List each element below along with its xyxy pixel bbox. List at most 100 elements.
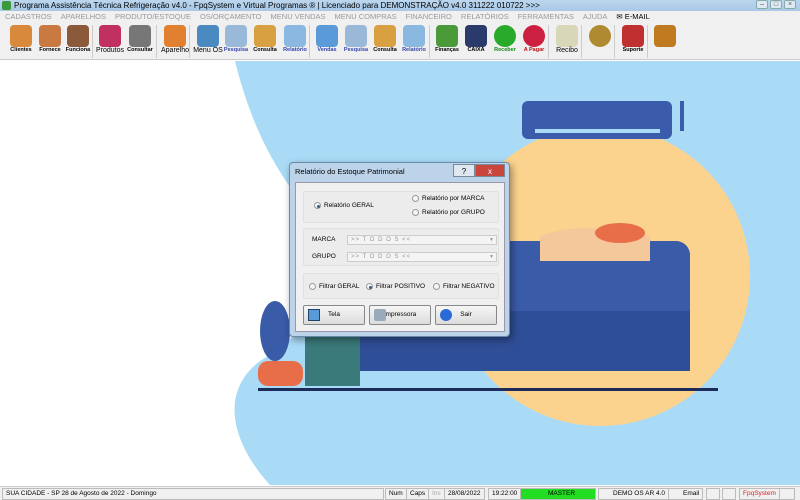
menu-cadastros[interactable]: CADASTROS bbox=[5, 11, 52, 23]
desktop-background: Relatório do Estoque Patrimonial ? x Rel… bbox=[0, 61, 800, 485]
filter-combos-group: MARCA >> T O D O S << ▼ GRUPO >> T O D O … bbox=[303, 228, 499, 266]
toolbar-button-recibo[interactable]: Recibo bbox=[552, 24, 582, 59]
toolbar-button-exit-door[interactable] bbox=[650, 24, 680, 59]
impressora-label: Impressora bbox=[383, 311, 417, 318]
menu-vendas[interactable]: MENU VENDAS bbox=[271, 11, 326, 23]
radio-label: Filtrar GERAL bbox=[319, 283, 360, 290]
close-button[interactable]: × bbox=[784, 0, 796, 9]
printer-icon bbox=[284, 25, 306, 47]
menu-aparelhos[interactable]: APARELHOS bbox=[61, 11, 106, 23]
pay-money-icon bbox=[523, 25, 545, 47]
receipt-icon bbox=[556, 25, 578, 47]
user-icon bbox=[779, 488, 795, 500]
status-user: MASTER bbox=[520, 488, 596, 500]
radio-relatorio-marca[interactable]: Relatório por MARCA bbox=[412, 195, 485, 202]
toolbar-button-consulta[interactable]: Consulta bbox=[250, 24, 280, 59]
tools-icon bbox=[197, 25, 219, 47]
status-email[interactable]: Email bbox=[668, 488, 704, 500]
toolbar-button-coin[interactable] bbox=[585, 24, 615, 59]
toolbar-separator bbox=[647, 25, 648, 58]
cash-book-icon bbox=[465, 25, 487, 47]
status-version: DEMO OS AR 4.0 bbox=[598, 488, 670, 500]
toolbar-separator bbox=[548, 25, 549, 58]
supplier-icon bbox=[39, 25, 61, 47]
toolbar-button-pesquisa[interactable]: Pesquisa bbox=[341, 24, 371, 59]
toolbar-separator bbox=[156, 25, 157, 58]
marca-select[interactable]: >> T O D O S << ▼ bbox=[347, 235, 497, 245]
screen-icon bbox=[308, 309, 320, 321]
status-ins: Ins bbox=[428, 488, 445, 500]
coin-icon bbox=[589, 25, 611, 47]
toolbar-button-vendas[interactable]: Vendas bbox=[312, 24, 342, 59]
grupo-select[interactable]: >> T O D O S << ▼ bbox=[347, 252, 497, 262]
menu-compras[interactable]: MENU COMPRAS bbox=[335, 11, 397, 23]
menu-os-orcamento[interactable]: OS/ORÇAMENTO bbox=[200, 11, 262, 23]
toolbar-separator bbox=[92, 25, 93, 58]
toolbar-button-clientes[interactable]: Clientes bbox=[6, 24, 36, 59]
toolbar-separator bbox=[581, 25, 582, 58]
tela-button[interactable]: Tela bbox=[303, 305, 365, 325]
radio-relatorio-grupo[interactable]: Relatório por GRUPO bbox=[412, 209, 485, 216]
products-icon bbox=[99, 25, 121, 47]
thermometer bbox=[680, 101, 684, 131]
status-caps: Caps bbox=[406, 488, 430, 500]
radio-relatorio-geral[interactable]: Relatório GERAL bbox=[314, 202, 374, 209]
toolbar-button-menu-os[interactable]: Menu OS bbox=[193, 24, 223, 59]
menu-financeiro[interactable]: FINANCEIRO bbox=[406, 11, 452, 23]
toolbar-button-relat-rio[interactable]: Relatório bbox=[280, 24, 310, 59]
clients-icon bbox=[10, 25, 32, 47]
help-button[interactable]: ? bbox=[453, 164, 475, 177]
radio-filtrar-positivo[interactable]: Filtrar POSITIVO bbox=[366, 283, 425, 290]
status-time: 19:22:00 bbox=[488, 488, 522, 500]
menu-ferramentas[interactable]: FERRAMENTAS bbox=[518, 11, 574, 23]
status-city-date: SUA CIDADE - SP 28 de Agosto de 2022 - D… bbox=[2, 488, 384, 500]
toolbar-button-finan-as[interactable]: Finanças bbox=[432, 24, 462, 59]
settings-icon[interactable] bbox=[706, 488, 720, 500]
app-icon bbox=[2, 1, 11, 10]
window-title: Programa Assistência Técnica Refrigeraçã… bbox=[14, 1, 540, 10]
radio-filtrar-negativo[interactable]: Filtrar NEGATIVO bbox=[433, 283, 495, 290]
minimize-button[interactable]: – bbox=[756, 0, 768, 9]
finance-chart-icon bbox=[436, 25, 458, 47]
maximize-button[interactable]: □ bbox=[770, 0, 782, 9]
dialog-close-button[interactable]: x bbox=[475, 164, 505, 177]
toolbar-separator bbox=[309, 25, 310, 58]
status-date: 28/08/2022 bbox=[444, 488, 485, 500]
support-icon bbox=[622, 25, 644, 47]
toolbar-button-relat-rio[interactable]: Relatório bbox=[399, 24, 429, 59]
monitor-icon bbox=[316, 25, 338, 47]
employee-icon bbox=[67, 25, 89, 47]
menu-email[interactable]: ✉ E-MAIL bbox=[616, 11, 649, 23]
folder-icon bbox=[254, 25, 276, 47]
toolbar-separator bbox=[614, 25, 615, 58]
menu-produto-estoque[interactable]: PRODUTO/ESTOQUE bbox=[115, 11, 191, 23]
sair-button[interactable]: Sair bbox=[435, 305, 497, 325]
status-bar: SUA CIDADE - SP 28 de Agosto de 2022 - D… bbox=[0, 486, 800, 500]
receive-money-icon bbox=[494, 25, 516, 47]
radio-filtrar-geral[interactable]: Filtrar GERAL bbox=[309, 283, 359, 290]
toolbar-button-produtos[interactable]: Produtos bbox=[95, 24, 125, 59]
floor-line bbox=[258, 388, 718, 391]
folder-icon bbox=[374, 25, 396, 47]
toolbar-button-consulta[interactable]: Consulta bbox=[370, 24, 400, 59]
calculator-icon[interactable] bbox=[722, 488, 736, 500]
marca-value: >> T O D O S << bbox=[351, 237, 412, 243]
radio-label: Relatório por MARCA bbox=[422, 195, 485, 202]
plant-pot bbox=[258, 361, 303, 386]
toolbar-separator bbox=[189, 25, 190, 58]
menu-ajuda[interactable]: AJUDA bbox=[583, 11, 608, 23]
toolbar-button-suporte[interactable]: Suporte bbox=[618, 24, 648, 59]
toolbar-button-caixa[interactable]: CAIXA bbox=[461, 24, 491, 59]
cat bbox=[595, 223, 645, 243]
chevron-down-icon: ▼ bbox=[489, 237, 494, 243]
exit-arrow-icon bbox=[440, 309, 452, 321]
toolbar-button-pesquisa[interactable]: Pesquisa bbox=[221, 24, 251, 59]
printer-icon bbox=[374, 309, 386, 321]
toolbar-button-fornece[interactable]: Fornece bbox=[35, 24, 65, 59]
search-doc-icon bbox=[345, 25, 367, 47]
toolbar-button-receber[interactable]: Receber bbox=[490, 24, 520, 59]
air-conditioner bbox=[522, 101, 672, 139]
menu-relatorios[interactable]: RELATÓRIOS bbox=[461, 11, 509, 23]
menu-email-label: E-MAIL bbox=[624, 12, 650, 21]
impressora-button[interactable]: Impressora bbox=[369, 305, 431, 325]
